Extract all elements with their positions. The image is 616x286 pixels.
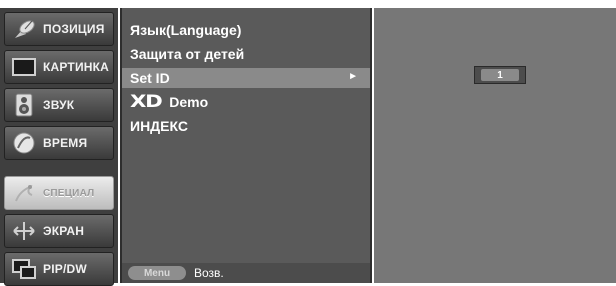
submenu-panel: Язык(Language) Защита от детей Set ID ► … (120, 8, 372, 283)
category-label: ПОЗИЦИЯ (43, 22, 105, 36)
menu-item-index[interactable]: ИНДЕКС (122, 116, 370, 136)
xd-logo: XD (130, 92, 163, 112)
menu-item-xd-demo[interactable]: XD Demo (122, 92, 370, 112)
satellite-dish-icon (11, 17, 37, 41)
category-time[interactable]: ВРЕМЯ (4, 126, 114, 160)
category-label: ЭКРАН (43, 224, 85, 238)
category-column: ПОЗИЦИЯ КАРТИНКА ЗВУК ВРЕМЯ СПЕЦИАЛ ЭКРА… (0, 8, 118, 286)
pip-windows-icon (11, 257, 37, 281)
menu-key-button[interactable]: Menu (128, 266, 186, 280)
category-label: КАРТИНКА (43, 60, 110, 74)
category-sound[interactable]: ЗВУК (4, 88, 114, 122)
screen-arrows-icon (11, 219, 37, 243)
category-label: ВРЕМЯ (43, 136, 88, 150)
category-label: СПЕЦИАЛ (43, 187, 95, 199)
menu-item-set-id[interactable]: Set ID ► (122, 68, 370, 88)
category-label: ЗВУК (43, 98, 75, 112)
menu-item-child-lock[interactable]: Защита от детей (122, 44, 370, 64)
speaker-icon (11, 93, 37, 117)
value-panel: 1 (374, 8, 616, 283)
set-id-value-box[interactable]: 1 (474, 66, 526, 84)
category-label: PIP/DW (43, 262, 87, 276)
category-picture[interactable]: КАРТИНКА (4, 50, 114, 84)
set-id-value: 1 (481, 69, 519, 81)
submenu-arrow-icon: ► (348, 71, 358, 82)
menu-item-label: Set ID (130, 70, 170, 86)
tv-osd-menu: ПОЗИЦИЯ КАРТИНКА ЗВУК ВРЕМЯ СПЕЦИАЛ ЭКРА… (0, 8, 616, 286)
menu-item-label: Demo (169, 94, 209, 110)
back-label: Возв. (194, 266, 224, 280)
special-swirl-icon (11, 181, 37, 205)
menu-item-label: ИНДЕКС (130, 118, 188, 134)
category-position[interactable]: ПОЗИЦИЯ (4, 12, 114, 46)
picture-screen-icon (11, 55, 37, 79)
category-screen[interactable]: ЭКРАН (4, 214, 114, 248)
menu-footer: Menu Возв. (122, 263, 370, 283)
clock-icon (11, 131, 37, 155)
menu-item-label: Защита от детей (130, 46, 245, 62)
menu-item-label: Язык(Language) (130, 22, 242, 38)
category-pip[interactable]: PIP/DW (4, 252, 114, 286)
menu-item-language[interactable]: Язык(Language) (122, 20, 370, 40)
category-special[interactable]: СПЕЦИАЛ (4, 176, 114, 210)
